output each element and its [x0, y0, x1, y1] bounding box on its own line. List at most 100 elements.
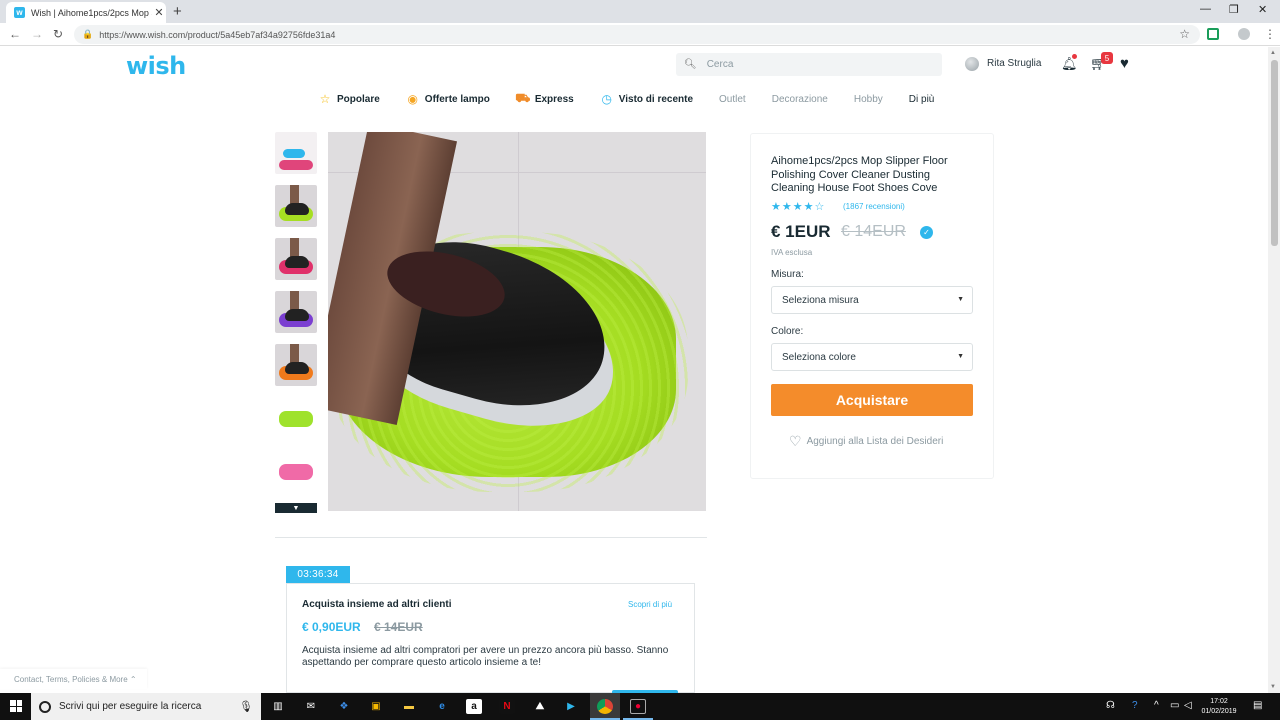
- taskbar: Scrivi qui per eseguire la ricerca 🎙︎ ▥ …: [0, 693, 1280, 720]
- size-select-value: Seleziona misura: [782, 294, 859, 306]
- menu-dots-icon[interactable]: ⋮: [1264, 27, 1276, 41]
- close-window-icon[interactable]: ✕: [1258, 3, 1267, 16]
- clock-time: 17:02: [1210, 698, 1228, 705]
- category-nav: ☆ Popolare ◉ Offerte lampo ⛟ Express ◷ V…: [318, 90, 960, 108]
- chevron-down-icon: ▼: [957, 353, 964, 360]
- url-field[interactable]: 🔒 https://www.wish.com/product/5a45eb7af…: [74, 25, 1200, 44]
- group-buy-old-price: € 14EUR: [374, 620, 423, 634]
- tab-express[interactable]: ⛟ Express: [515, 91, 574, 106]
- user-name[interactable]: Rita Struglia: [987, 58, 1041, 69]
- taskbar-clock[interactable]: 17:02 01/02/2019: [1200, 697, 1238, 717]
- notifications-icon[interactable]: ▤: [1253, 700, 1262, 711]
- tab-label: Express: [534, 93, 574, 105]
- tab-decorazione[interactable]: Decorazione: [772, 94, 828, 105]
- media-player-icon[interactable]: ▶: [563, 699, 579, 714]
- main-product-image[interactable]: [328, 132, 706, 511]
- chevron-down-icon: ▼: [957, 296, 964, 303]
- wishlist-heart-icon[interactable]: ♥: [1120, 55, 1129, 72]
- tab-label: Outlet: [719, 93, 746, 105]
- help-icon[interactable]: ?: [1132, 700, 1138, 711]
- wish-favicon-icon: w: [14, 7, 25, 18]
- color-select-value: Seleziona colore: [782, 351, 856, 363]
- product-thumbnail[interactable]: [275, 450, 317, 492]
- edge-icon[interactable]: e: [434, 699, 450, 714]
- tab-label: Hobby: [853, 93, 883, 105]
- microphone-icon[interactable]: 🎙︎: [239, 700, 253, 713]
- people-icon[interactable]: ☊: [1106, 700, 1115, 711]
- divider: [275, 537, 707, 538]
- tab-di-piu[interactable]: Di più: [909, 94, 935, 105]
- volume-icon[interactable]: ◁: [1184, 700, 1192, 711]
- profile-icon[interactable]: [1238, 28, 1250, 40]
- search-icon: 🔍︎: [684, 59, 697, 70]
- express-truck-icon: ⛟: [515, 91, 531, 105]
- back-icon[interactable]: ←: [9, 27, 21, 41]
- tab-label: Decorazione: [771, 93, 828, 105]
- countdown-timer: 03:36:34: [286, 566, 350, 583]
- scroll-down-icon[interactable]: ▼: [1270, 684, 1276, 690]
- dropbox-icon[interactable]: ❖: [336, 699, 352, 714]
- avatar[interactable]: [965, 57, 979, 71]
- thumbnail-list: ▼: [275, 132, 317, 513]
- amazon-icon[interactable]: a: [466, 699, 482, 714]
- more-thumbnails-chevron-icon[interactable]: ▼: [275, 503, 317, 513]
- photos-icon[interactable]: ⛰: [532, 699, 548, 714]
- extension-icon[interactable]: [1207, 28, 1219, 40]
- tab-hobby[interactable]: Hobby: [854, 94, 883, 105]
- product-title: Aihome1pcs/2pcs Mop Slipper Floor Polish…: [771, 155, 948, 194]
- clock-date: 01/02/2019: [1201, 708, 1237, 715]
- close-tab-icon[interactable]: ✕: [152, 6, 166, 19]
- file-explorer-icon[interactable]: ▬: [401, 699, 417, 714]
- group-buy-title: Acquista insieme ad altri clienti: [302, 599, 452, 610]
- color-select[interactable]: Seleziona colore ▼: [771, 343, 973, 371]
- footer-links-toggle[interactable]: Contact, Terms, Policies & More ⌃: [0, 669, 147, 689]
- forward-icon[interactable]: →: [31, 27, 43, 41]
- clock-icon: ◷: [601, 92, 612, 106]
- tab-label: Di più: [908, 93, 935, 105]
- tab-label: Visto di recente: [618, 93, 694, 105]
- netflix-icon[interactable]: N: [499, 699, 515, 714]
- tab-visto-di-recente[interactable]: ◷ Visto di recente: [600, 92, 693, 106]
- scroll-up-icon[interactable]: ▲: [1270, 50, 1276, 56]
- product-thumbnail[interactable]: [275, 344, 317, 386]
- heart-outline-icon: ♡: [789, 433, 802, 449]
- search-input[interactable]: [706, 59, 927, 70]
- network-icon[interactable]: ▭: [1170, 700, 1179, 711]
- search-bar[interactable]: 🔍︎: [676, 53, 942, 76]
- product-thumbnail[interactable]: [275, 238, 317, 280]
- cart-count-badge: 5: [1101, 52, 1113, 64]
- product-thumbnail[interactable]: [275, 397, 317, 439]
- size-select[interactable]: Seleziona misura ▼: [771, 286, 973, 314]
- chrome-icon[interactable]: [597, 699, 613, 714]
- browser-tab[interactable]: w Wish | Aihome1pcs/2pcs Mop Sli ✕: [6, 2, 166, 23]
- color-label: Colore:: [771, 326, 804, 337]
- bookmark-star-icon[interactable]: ☆: [1179, 27, 1190, 41]
- windows-start-icon[interactable]: [10, 700, 22, 712]
- mail-icon[interactable]: ✉: [303, 699, 319, 714]
- reviews-link[interactable]: (1867 recensioni): [843, 202, 905, 211]
- minimize-icon[interactable]: —: [1200, 3, 1211, 15]
- product-thumbnail[interactable]: [275, 132, 317, 174]
- tab-offerte-lampo[interactable]: ◉ Offerte lampo: [406, 92, 490, 106]
- restore-icon[interactable]: ❐: [1229, 3, 1239, 16]
- tray-chevron-icon[interactable]: ^: [1154, 700, 1159, 711]
- tab-outlet[interactable]: Outlet: [719, 94, 746, 105]
- product-thumbnail[interactable]: [275, 185, 317, 227]
- taskbar-search[interactable]: Scrivi qui per eseguire la ricerca 🎙︎: [31, 693, 261, 720]
- tab-popolare[interactable]: ☆ Popolare: [318, 92, 380, 106]
- vat-note: IVA esclusa: [771, 248, 813, 257]
- address-bar: ← → ↻ 🔒 https://www.wish.com/product/5a4…: [0, 23, 1280, 46]
- wish-logo[interactable]: wish: [126, 52, 186, 80]
- product-thumbnail[interactable]: [275, 291, 317, 333]
- new-tab-button[interactable]: +: [173, 3, 182, 20]
- buy-button[interactable]: Acquistare: [771, 384, 973, 416]
- scrollbar-thumb[interactable]: [1271, 60, 1278, 246]
- tab-label: Offerte lampo: [424, 93, 490, 105]
- store-icon[interactable]: ▣: [368, 699, 384, 714]
- screen-recorder-icon[interactable]: ●: [630, 699, 646, 714]
- reload-icon[interactable]: ↻: [53, 27, 63, 41]
- cortana-icon: [39, 700, 51, 713]
- learn-more-link[interactable]: Scopri di più: [628, 600, 672, 609]
- task-view-icon[interactable]: ▥: [270, 699, 286, 714]
- add-to-wishlist-link[interactable]: ♡ Aggiungi alla Lista dei Desideri: [789, 433, 943, 450]
